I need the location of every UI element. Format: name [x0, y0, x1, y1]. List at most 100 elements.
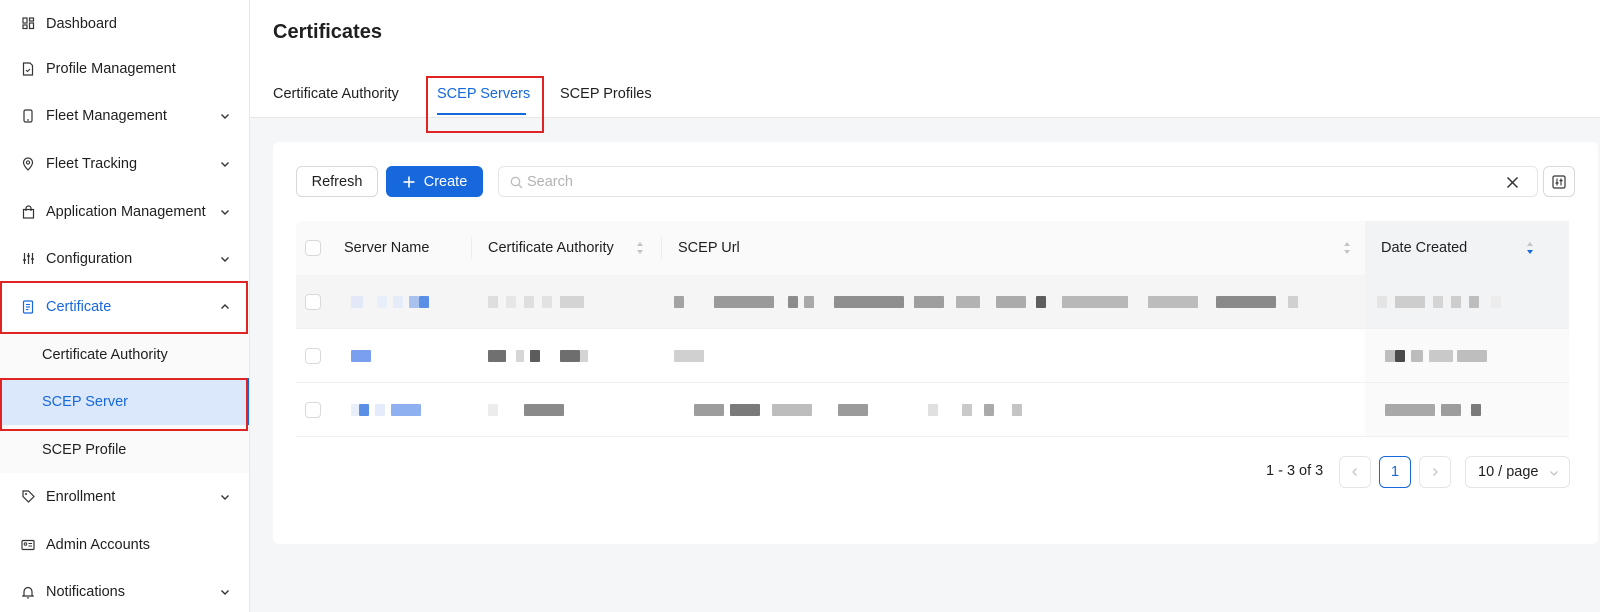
chevron-right-icon [1433, 468, 1438, 476]
chevron-down-icon [221, 589, 229, 595]
chevron-down-icon [221, 161, 229, 167]
sidebar-item-dashboard[interactable]: Dashboard [0, 0, 249, 47]
redacted-text [962, 404, 972, 416]
chevron-down-icon [221, 209, 229, 215]
sidebar-item-label: Application Management [46, 203, 206, 220]
table-row[interactable] [296, 329, 1569, 383]
page-number-button[interactable]: 1 [1379, 456, 1411, 488]
sort-icon[interactable] [636, 241, 644, 255]
redacted-text [788, 296, 798, 308]
certificate-authority-cell [488, 346, 608, 366]
redacted-text [1469, 296, 1479, 308]
redacted-text [560, 350, 580, 362]
date-created-cell [1377, 292, 1527, 312]
redacted-text [1385, 350, 1395, 362]
sidebar-subitem-scep-server[interactable]: SCEP Server [0, 378, 249, 425]
redacted-text [488, 350, 506, 362]
redacted-text [1433, 296, 1443, 308]
scep-url-cell [674, 346, 734, 366]
page-title: Certificates [273, 21, 382, 43]
chevron-down-icon [221, 113, 229, 119]
create-button[interactable]: Create [386, 166, 483, 197]
sort-icon[interactable] [1343, 241, 1351, 255]
redacted-text [351, 404, 359, 416]
certificate-authority-cell [488, 292, 598, 312]
location-pin-icon [20, 156, 36, 172]
redacted-text [375, 404, 385, 416]
redacted-text [674, 296, 684, 308]
sidebar-item-certificate[interactable]: Certificate [0, 283, 249, 330]
redacted-text [488, 296, 498, 308]
tab-certificate-authority[interactable]: Certificate Authority [273, 86, 399, 102]
sidebar-item-enrollment[interactable]: Enrollment [0, 473, 249, 520]
row-checkbox[interactable] [305, 348, 321, 364]
sidebar-item-profile-management[interactable]: Profile Management [0, 45, 249, 92]
shopping-bag-icon [20, 204, 36, 220]
tab-scep-profiles[interactable]: SCEP Profiles [560, 86, 652, 102]
redacted-text [1012, 404, 1022, 416]
column-header-scep-url[interactable]: SCEP Url [678, 221, 740, 275]
redacted-text [530, 350, 540, 362]
sidebar: Dashboard Profile Management Fleet Manag… [0, 0, 250, 612]
sidebar-subitem-certificate-authority[interactable]: Certificate Authority [0, 331, 249, 378]
date-created-cell [1385, 400, 1535, 420]
search-input[interactable] [527, 172, 1467, 192]
redacted-text [1216, 296, 1276, 308]
server-name-cell[interactable] [351, 292, 451, 312]
sidebar-item-label: Admin Accounts [46, 536, 150, 553]
table-row[interactable] [296, 275, 1569, 329]
redacted-text [419, 296, 429, 308]
sidebar-subitem-scep-profile[interactable]: SCEP Profile [0, 426, 249, 473]
select-all-checkbox[interactable] [305, 240, 321, 256]
column-header-date-created[interactable]: Date Created [1381, 221, 1467, 275]
redacted-text [996, 296, 1026, 308]
redacted-text [377, 296, 387, 308]
table-row[interactable] [296, 383, 1569, 437]
redacted-text [1441, 404, 1461, 416]
redacted-text [838, 404, 868, 416]
page-header: Certificates Certificate Authority SCEP … [250, 0, 1600, 118]
sidebar-item-application-management[interactable]: Application Management [0, 188, 249, 235]
sidebar-item-label: Configuration [46, 250, 133, 267]
sliders-icon [20, 251, 36, 267]
tab-scep-servers[interactable]: SCEP Servers [437, 86, 530, 102]
redacted-text [1377, 296, 1387, 308]
row-checkbox[interactable] [305, 294, 321, 310]
create-button-label: Create [423, 173, 468, 190]
redacted-text [1395, 350, 1405, 362]
column-settings-icon [1552, 174, 1566, 189]
sidebar-item-fleet-tracking[interactable]: Fleet Tracking [0, 140, 249, 187]
clear-search-icon[interactable] [1506, 176, 1519, 189]
table-header: Server Name Certificate Authority SCEP U… [296, 221, 1569, 275]
prev-page-button[interactable] [1339, 456, 1371, 488]
server-name-cell[interactable] [351, 346, 451, 366]
redacted-text [1429, 350, 1453, 362]
chevron-down-icon [1550, 471, 1558, 476]
sidebar-item-admin-accounts[interactable]: Admin Accounts [0, 521, 249, 568]
next-page-button[interactable] [1419, 456, 1451, 488]
redacted-text [488, 404, 498, 416]
column-settings-button[interactable] [1543, 166, 1575, 197]
sidebar-item-label: Dashboard [46, 15, 117, 32]
refresh-button[interactable]: Refresh [296, 166, 378, 197]
redacted-text [1036, 296, 1046, 308]
column-header-server-name[interactable]: Server Name [344, 221, 429, 275]
page-size-select[interactable]: 10 / page [1465, 456, 1570, 488]
redacted-text [506, 296, 516, 308]
sort-descending-icon[interactable] [1526, 241, 1534, 255]
redacted-text [1451, 296, 1461, 308]
row-checkbox[interactable] [305, 402, 321, 418]
redacted-text [1385, 404, 1435, 416]
search-box [498, 166, 1538, 197]
column-header-certificate-authority[interactable]: Certificate Authority [488, 221, 614, 275]
redacted-text [560, 296, 584, 308]
sidebar-item-configuration[interactable]: Configuration [0, 235, 249, 282]
sidebar-item-notifications[interactable]: Notifications [0, 568, 249, 612]
redacted-text [834, 296, 904, 308]
server-name-cell[interactable] [351, 400, 451, 420]
sidebar-item-fleet-management[interactable]: Fleet Management [0, 92, 249, 139]
sidebar-item-label: Profile Management [46, 60, 176, 77]
column-divider [661, 237, 662, 259]
redacted-text [1491, 296, 1501, 308]
search-icon [510, 176, 523, 189]
